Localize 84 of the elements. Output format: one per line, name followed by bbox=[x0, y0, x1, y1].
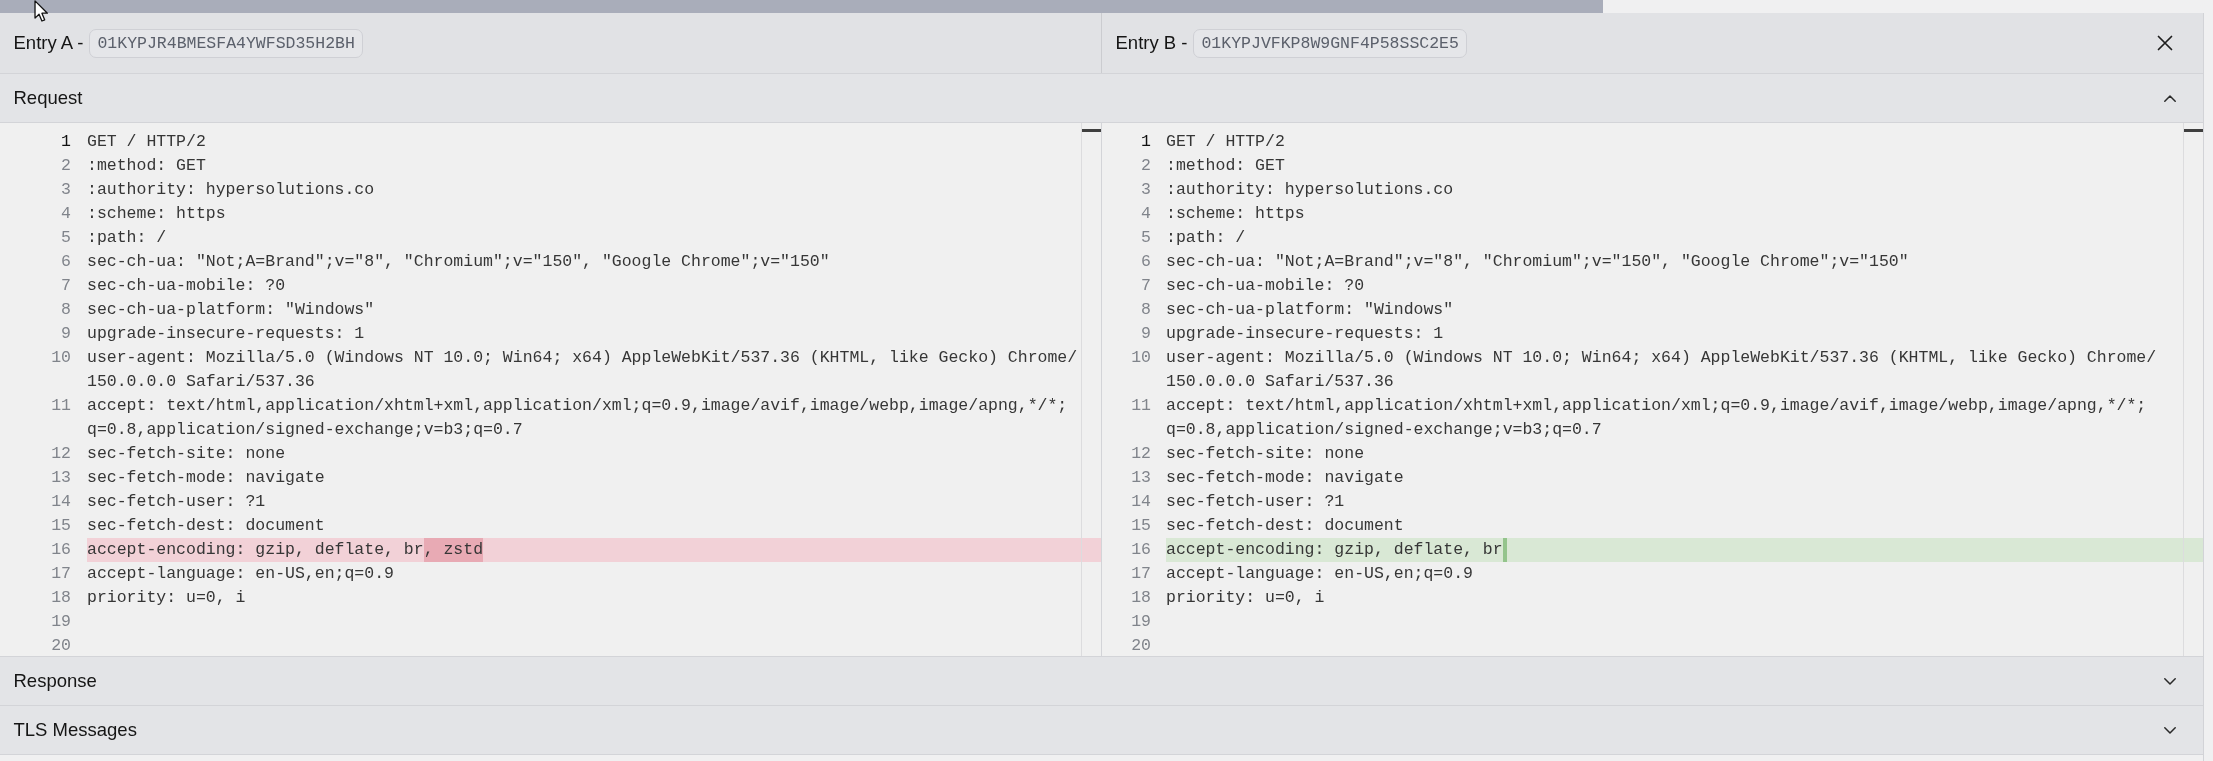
line-number: 16 bbox=[50, 540, 71, 560]
line-number: 5 bbox=[1140, 228, 1151, 248]
code-line: :authority: hypersolutions.co bbox=[1166, 180, 1454, 199]
code-line: sec-ch-ua-platform: "Windows" bbox=[87, 300, 375, 319]
line-number: 8 bbox=[1140, 300, 1151, 320]
line-number: 8 bbox=[60, 300, 71, 320]
code-line: upgrade-insecure-requests: 1 bbox=[87, 324, 365, 343]
line-number: 6 bbox=[1140, 252, 1151, 272]
line-number: 18 bbox=[1130, 588, 1151, 608]
code-line: sec-fetch-site: none bbox=[1166, 444, 1365, 463]
line-number: 17 bbox=[50, 564, 71, 584]
code-line: GET / HTTP/2 bbox=[1166, 132, 1285, 151]
line-number: 2 bbox=[1140, 156, 1151, 176]
code-line: accept-encoding: gzip, deflate, br bbox=[1166, 540, 1503, 559]
line-number: 15 bbox=[1130, 516, 1151, 536]
entry-label: Entry A - bbox=[13, 32, 84, 54]
code-line: :scheme: https bbox=[1166, 204, 1305, 223]
code-line: :authority: hypersolutions.co bbox=[87, 180, 375, 199]
line-number: 5 bbox=[60, 228, 71, 248]
code-line: sec-fetch-site: none bbox=[87, 444, 286, 463]
line-number: 3 bbox=[60, 180, 71, 200]
line-number: 13 bbox=[1130, 468, 1151, 488]
line-number: 15 bbox=[50, 516, 71, 536]
code-line: upgrade-insecure-requests: 1 bbox=[1166, 324, 1444, 343]
line-number: 3 bbox=[1140, 180, 1151, 200]
line-number: 11 bbox=[1130, 396, 1151, 416]
code-line: sec-ch-ua-platform: "Windows" bbox=[1166, 300, 1454, 319]
line-number: 9 bbox=[60, 324, 71, 344]
code-line: accept-encoding: gzip, deflate, br, zstd bbox=[87, 540, 484, 559]
line-number: 16 bbox=[1130, 540, 1151, 560]
code-line: sec-fetch-mode: navigate bbox=[1166, 468, 1404, 487]
line-number: 14 bbox=[50, 492, 71, 512]
line-number: 10 bbox=[1130, 348, 1151, 368]
code-line: sec-fetch-dest: document bbox=[1166, 516, 1404, 535]
line-number: 20 bbox=[50, 636, 71, 656]
line-number: 7 bbox=[60, 276, 71, 296]
line-number: 19 bbox=[50, 612, 71, 632]
line-number: 2 bbox=[60, 156, 71, 176]
code-line: sec-fetch-dest: document bbox=[87, 516, 325, 535]
code-line: sec-fetch-user: ?1 bbox=[1166, 492, 1345, 511]
close-icon bbox=[2157, 35, 2173, 51]
code-line: :path: / bbox=[1166, 228, 1246, 247]
code-line: :method: GET bbox=[87, 156, 206, 175]
line-number: 10 bbox=[50, 348, 71, 368]
scrollbar-thumb[interactable] bbox=[0, 0, 1603, 13]
line-number: 12 bbox=[50, 444, 71, 464]
line-number: 17 bbox=[1130, 564, 1151, 584]
code-line: accept-language: en-US,en;q=0.9 bbox=[87, 564, 394, 583]
cursor-marker bbox=[1082, 129, 1101, 132]
entry-id-tag: 01KYPJVFKP8W9GNF4P58SSC2E5 bbox=[1193, 28, 1467, 58]
line-number: 20 bbox=[1130, 636, 1151, 656]
code-line: sec-fetch-mode: navigate bbox=[87, 468, 325, 487]
line-number: 4 bbox=[1140, 204, 1151, 224]
code-line: sec-ch-ua-mobile: ?0 bbox=[1166, 276, 1365, 295]
line-number: 19 bbox=[1130, 612, 1151, 632]
code-line: :scheme: https bbox=[87, 204, 226, 223]
code-line: GET / HTTP/2 bbox=[87, 132, 206, 151]
line-number: 1 bbox=[60, 132, 71, 152]
code-line: priority: u=0, i bbox=[87, 588, 246, 607]
line-number: 12 bbox=[1130, 444, 1151, 464]
line-number: 7 bbox=[1140, 276, 1151, 296]
insertion-marker-icon bbox=[1502, 538, 1507, 562]
entry-label: Entry B - bbox=[1115, 32, 1188, 54]
code-line: priority: u=0, i bbox=[1166, 588, 1325, 607]
entry-id-tag: 01KYPJR4BMESFA4YWFSD35H2BH bbox=[89, 28, 363, 58]
line-number: 18 bbox=[50, 588, 71, 608]
line-number: 14 bbox=[1130, 492, 1151, 512]
line-number: 4 bbox=[60, 204, 71, 224]
line-number: 1 bbox=[1140, 132, 1151, 152]
line-number: 6 bbox=[60, 252, 71, 272]
cursor-marker bbox=[2184, 129, 2203, 132]
code-line: sec-ch-ua: "Not;A=Brand";v="8", "Chromium";v="150", "Google Chrome";v="150" bbox=[1166, 252, 1909, 271]
line-number: 9 bbox=[1140, 324, 1151, 344]
section-header[interactable]: Request bbox=[0, 73, 2203, 122]
section-header[interactable]: Response bbox=[0, 656, 2203, 705]
code-line: sec-ch-ua: "Not;A=Brand";v="8", "Chromium";v="150", "Google Chrome";v="150" bbox=[87, 252, 830, 271]
code-line: :path: / bbox=[87, 228, 167, 247]
code-line: accept-language: en-US,en;q=0.9 bbox=[1166, 564, 1473, 583]
code-line: sec-ch-ua-mobile: ?0 bbox=[87, 276, 286, 295]
code-line: sec-fetch-user: ?1 bbox=[87, 492, 266, 511]
section-header[interactable]: TLS Messages bbox=[0, 705, 2203, 754]
line-number: 11 bbox=[50, 396, 71, 416]
code-line: :method: GET bbox=[1166, 156, 1285, 175]
line-number: 13 bbox=[50, 468, 71, 488]
